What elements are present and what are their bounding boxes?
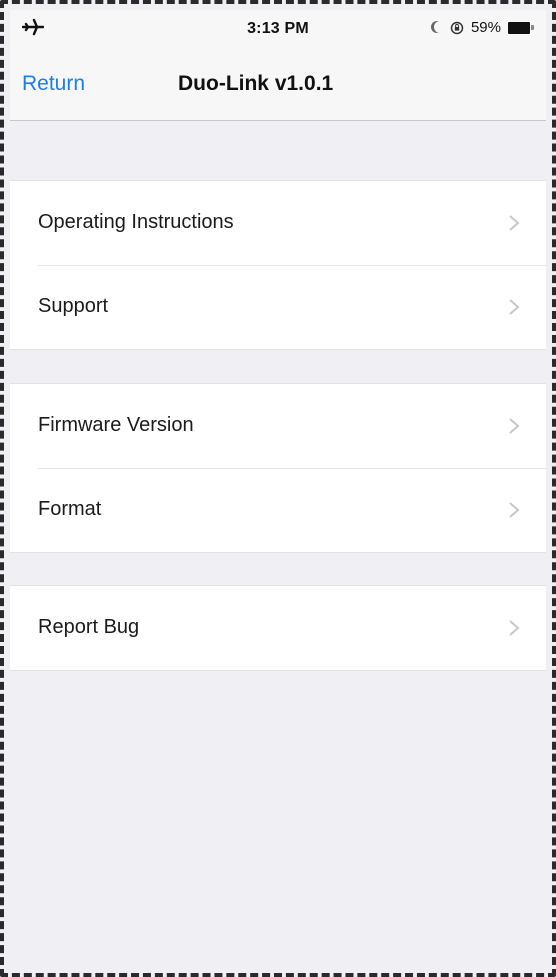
row-label: Support [38, 295, 109, 317]
chevron-right-icon [509, 299, 520, 315]
chevron-right-icon [509, 502, 520, 518]
status-bar: 3:13 PM 59% [10, 10, 546, 46]
row-operating-instructions[interactable]: Operating Instructions [10, 181, 546, 265]
battery-tip [531, 25, 534, 30]
row-label: Report Bug [38, 616, 140, 638]
settings-group-2: Firmware Version Format [10, 383, 546, 553]
chevron-right-icon [509, 215, 520, 231]
navigation-bar: Return Duo-Link v1.0.1 [10, 46, 546, 121]
page-title: Duo-Link v1.0.1 [178, 72, 334, 95]
battery-body [508, 21, 530, 34]
row-label: Format [38, 498, 102, 520]
moon-icon [431, 21, 443, 35]
return-button[interactable]: Return [22, 72, 85, 96]
rotation-lock-icon [450, 21, 464, 34]
row-format[interactable]: Format [10, 468, 546, 552]
status-right-group: 59% [431, 19, 534, 36]
row-label: Firmware Version [38, 414, 194, 436]
settings-group-1: Operating Instructions Support [10, 180, 546, 350]
screen: 3:13 PM 59% Return Duo-Link v1.0.1 Opera… [10, 10, 546, 967]
row-label: Operating Instructions [38, 211, 234, 233]
row-support[interactable]: Support [10, 265, 546, 349]
device-frame: 3:13 PM 59% Return Duo-Link v1.0.1 Opera… [0, 0, 556, 977]
chevron-right-icon [509, 620, 520, 636]
row-report-bug[interactable]: Report Bug [10, 586, 546, 670]
row-firmware-version[interactable]: Firmware Version [10, 384, 546, 468]
battery-icon [508, 21, 534, 34]
chevron-right-icon [509, 418, 520, 434]
settings-group-3: Report Bug [10, 585, 546, 671]
battery-percent: 59% [470, 19, 501, 36]
